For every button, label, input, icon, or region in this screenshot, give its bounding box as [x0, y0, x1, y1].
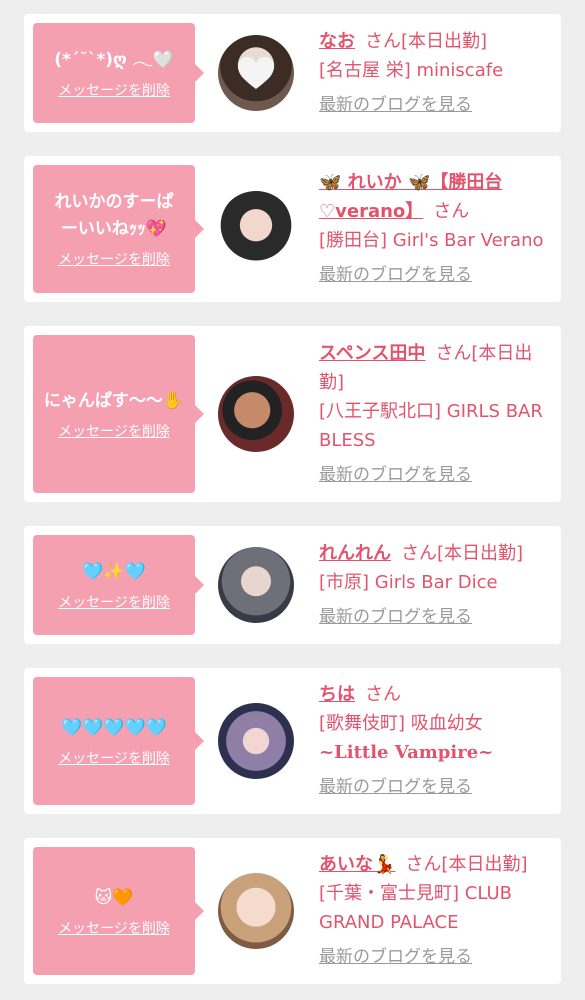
cast-info: あいな💃 さん[本日出勤] [千葉・富士見町] CLUB GRAND PALACE… [319, 850, 561, 972]
latest-blog-link[interactable]: 最新のブログを見る [319, 461, 472, 490]
latest-blog-link[interactable]: 最新のブログを見る [319, 91, 472, 120]
heart-sticker-icon [238, 57, 274, 89]
delete-message-link[interactable]: メッセージを削除 [58, 592, 170, 612]
message-card: にゃんぱす〜〜✋ メッセージを削除 スペンス田中 さん[本日出勤] [八王子駅北口… [24, 326, 561, 502]
cast-info: なお さん[本日出勤] [名古屋 栄] miniscafe 最新のブログを見る [319, 27, 561, 120]
honorific: さん [435, 342, 472, 364]
delete-message-link[interactable]: メッセージを削除 [58, 421, 170, 441]
honorific: さん [365, 684, 401, 705]
message-text: にゃんぱす〜〜✋ [43, 390, 185, 411]
cast-name-link[interactable]: スペンス田中 [319, 343, 425, 364]
message-bubble: にゃんぱす〜〜✋ メッセージを削除 [33, 335, 204, 493]
cast-name-link[interactable]: ちは [319, 684, 355, 705]
delete-message-link[interactable]: メッセージを削除 [58, 918, 170, 938]
message-card: れいかのすーぱーいいねｯｯ💖 メッセージを削除 🦋 れいか 🦋【勝田台♡vera… [24, 156, 561, 302]
latest-blog-link[interactable]: 最新のブログを見る [319, 943, 472, 972]
message-card: (*´˘`*)ღ 𓂃🤍 メッセージを削除 なお さん[本日出勤] [名古屋 栄] … [24, 14, 561, 132]
status-text: [本日出勤] [437, 542, 524, 564]
shop-name: [歌舞伎町] 吸血幼女 ~Little Vampire~ [319, 709, 551, 767]
message-bubble: 🩵🩵🩵🩵🩵 メッセージを削除 [33, 677, 204, 805]
shop-name: [市原] Girls Bar Dice [319, 571, 498, 593]
message-bubble: 🐱🧡 メッセージを削除 [33, 847, 204, 975]
cast-info: ちは さん [歌舞伎町] 吸血幼女 ~Little Vampire~ 最新のブログを… [319, 680, 561, 802]
latest-blog-link[interactable]: 最新のブログを見る [319, 603, 472, 632]
message-card: 🩵🩵🩵🩵🩵 メッセージを削除 ちは さん [歌舞伎町] 吸血幼女 ~Little V… [24, 668, 561, 814]
shop-name-prefix: [歌舞伎町] 吸血幼女 [319, 713, 483, 734]
honorific: さん [433, 201, 470, 222]
message-bubble: (*´˘`*)ღ 𓂃🤍 メッセージを削除 [33, 23, 204, 123]
message-bubble: 🩵✨🩵 メッセージを削除 [33, 535, 204, 635]
avatar[interactable] [218, 703, 294, 779]
message-text: (*´˘`*)ღ 𓂃🤍 [54, 49, 174, 70]
cast-name-link[interactable]: 🦋 れいか 🦋【勝田台♡verano】 [319, 172, 502, 222]
status-text: [本日出勤] [401, 30, 488, 52]
avatar[interactable] [218, 376, 294, 452]
delete-message-link[interactable]: メッセージを削除 [58, 748, 170, 768]
latest-blog-link[interactable]: 最新のブログを見る [319, 261, 472, 290]
message-text: 🩵✨🩵 [82, 561, 146, 582]
shop-name: [八王子駅北口] GIRLS BAR BLESS [319, 400, 543, 451]
status-text: [本日出勤] [441, 854, 528, 875]
avatar[interactable] [218, 35, 294, 111]
message-card: 🐱🧡 メッセージを削除 あいな💃 さん[本日出勤] [千葉・富士見町] CLUB … [24, 838, 561, 984]
delete-message-link[interactable]: メッセージを削除 [58, 80, 170, 100]
honorific: さん [365, 30, 401, 52]
shop-name: [千葉・富士見町] CLUB GRAND PALACE [319, 883, 512, 933]
shop-name: [勝田台] Girl's Bar Verano [319, 230, 544, 251]
cast-name-link[interactable]: なお [319, 31, 355, 52]
avatar[interactable] [218, 191, 294, 267]
message-bubble: れいかのすーぱーいいねｯｯ💖 メッセージを削除 [33, 165, 204, 293]
cast-name-link[interactable]: れんれん [319, 543, 391, 564]
cast-info: れんれん さん[本日出勤] [市原] Girls Bar Dice 最新のブログを… [319, 539, 561, 632]
shop-name: [名古屋 栄] miniscafe [319, 59, 504, 81]
cast-info: 🦋 れいか 🦋【勝田台♡verano】 さん [勝田台] Girl's Bar V… [319, 168, 561, 290]
message-text: 🐱🧡 [94, 887, 134, 908]
honorific: さん [401, 542, 437, 564]
cast-info: スペンス田中 さん[本日出勤] [八王子駅北口] GIRLS BAR BLESS … [319, 339, 561, 490]
honorific: さん [405, 854, 442, 875]
latest-blog-link[interactable]: 最新のブログを見る [319, 773, 472, 802]
cast-name-link[interactable]: あいな💃 [319, 854, 395, 875]
avatar[interactable] [218, 873, 294, 949]
message-card: 🩵✨🩵 メッセージを削除 れんれん さん[本日出勤] [市原] Girls Bar… [24, 526, 561, 644]
message-text: 🩵🩵🩵🩵🩵 [61, 717, 167, 738]
message-text: れいかのすーぱーいいねｯｯ💖 [54, 192, 174, 239]
shop-name-suffix: ~Little Vampire~ [319, 742, 494, 763]
delete-message-link[interactable]: メッセージを削除 [58, 249, 170, 269]
message-list: (*´˘`*)ღ 𓂃🤍 メッセージを削除 なお さん[本日出勤] [名古屋 栄] … [0, 0, 585, 984]
avatar[interactable] [218, 547, 294, 623]
